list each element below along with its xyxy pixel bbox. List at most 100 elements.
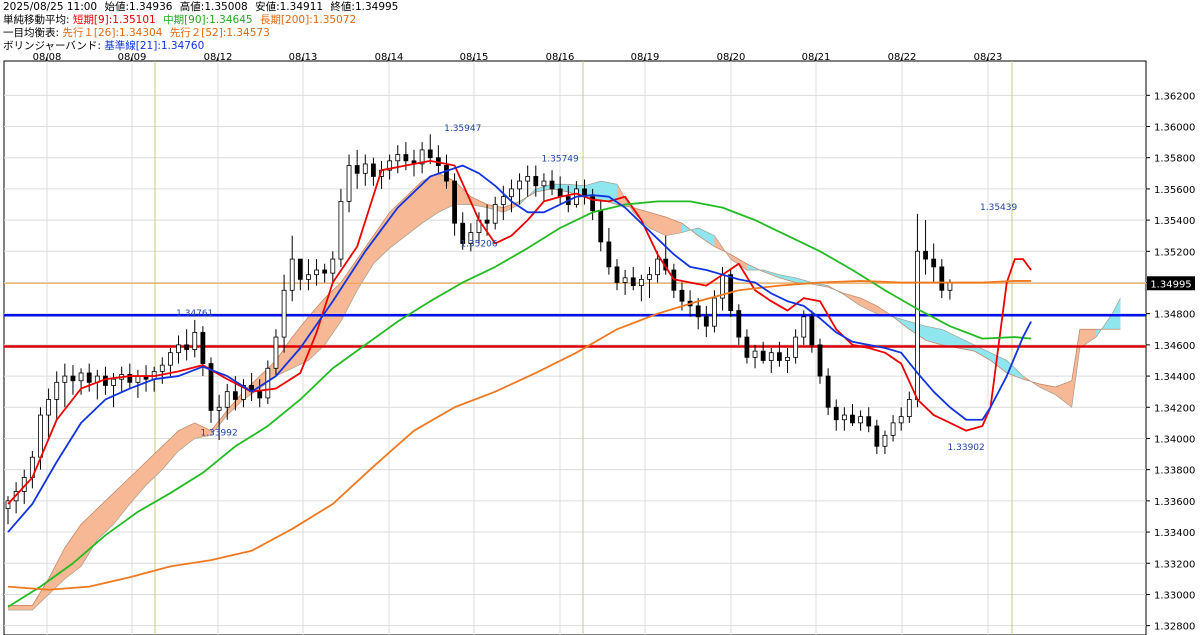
candle-body-up	[525, 176, 531, 182]
candle-body-down	[833, 406, 839, 421]
candle-body-up	[78, 372, 84, 382]
candlestick-chart: 1.35947 1.35749 1.35206 1.34761 1.33992 1.354…	[3, 52, 1195, 635]
y-tick-label: 1.34000	[1154, 434, 1195, 445]
candle-body-up	[216, 406, 222, 411]
candle-body-up	[159, 364, 165, 372]
candle-body-up	[338, 200, 344, 260]
ichimoku-line: 一目均衡表: 先行１[26]:1.34304 先行２[52]:1.34573	[3, 27, 274, 40]
candle-body-down	[866, 416, 872, 427]
candle-body-down	[606, 241, 612, 268]
candle-body-down	[736, 310, 742, 338]
candle-body-up	[273, 336, 279, 369]
candle-body-up	[224, 391, 230, 408]
sma-mid-value: 中期[90]:1.34645	[163, 14, 253, 26]
candle-body-down	[484, 219, 490, 224]
candle-body-up	[947, 282, 953, 291]
y-tick-label: 1.35400	[1154, 216, 1195, 227]
x-tick-label: 08/09	[118, 52, 147, 63]
candle-body-down	[850, 414, 855, 424]
x-tick-label: 08/08	[33, 52, 62, 63]
candle-body-down	[614, 266, 620, 283]
candle-body-up	[647, 274, 652, 280]
senkou2-value: 先行２[52]:1.34573	[169, 27, 270, 39]
header-info: 2025/08/25 11:00 始値:1.34936 高値:1.35008 安…	[0, 0, 1200, 52]
candle-body-down	[232, 391, 238, 400]
y-tick-label: 1.33400	[1154, 528, 1195, 539]
candle-body-down	[931, 258, 937, 268]
y-tick-label: 1.34800	[1154, 310, 1195, 321]
y-tick-label: 1.34600	[1154, 341, 1195, 352]
candle-body-up	[192, 332, 198, 350]
candle-body-up	[906, 399, 912, 418]
ohlc-line: 2025/08/25 11:00 始値:1.34936 高値:1.35008 安…	[3, 1, 402, 14]
y-tick-label: 1.35600	[1154, 185, 1195, 196]
candle-body-up	[492, 204, 498, 224]
candle-body-up	[801, 316, 807, 338]
candle-body-down	[760, 350, 766, 361]
candle-body-down	[679, 289, 685, 302]
candle-body-down	[103, 375, 108, 386]
price-annotation: 1.33992	[201, 429, 238, 439]
x-tick-label: 08/21	[802, 52, 831, 63]
x-tick-label: 08/20	[717, 52, 746, 63]
open-value: 始値:1.34936	[104, 1, 173, 13]
candle-body-up	[915, 250, 920, 400]
price-annotation: 1.35749	[542, 155, 579, 165]
candle-body-up	[289, 258, 295, 291]
candle-body-up	[167, 352, 173, 366]
candle-body-up	[841, 414, 847, 421]
high-value: 高値:1.35008	[179, 1, 248, 13]
candle-body-up	[306, 274, 311, 280]
x-tick-label: 08/15	[460, 52, 489, 63]
x-tick-label: 08/23	[974, 52, 1003, 63]
candle-body-up	[785, 356, 790, 361]
ichimoku-label: 一目均衡表:	[3, 27, 60, 39]
candle-body-up	[752, 350, 758, 358]
candle-body-down	[427, 149, 433, 159]
y-tick-label: 1.32800	[1154, 622, 1195, 633]
candle-body-up	[176, 344, 181, 354]
candle-body-down	[184, 344, 190, 350]
chart-window: 2025/08/25 11:00 始値:1.34936 高値:1.35008 安…	[0, 0, 1200, 635]
candle-body-up	[500, 196, 506, 205]
candle-body-down	[297, 258, 303, 280]
y-tick-label: 1.34200	[1154, 403, 1195, 414]
x-tick-label: 08/19	[631, 52, 660, 63]
x-tick-label: 08/14	[375, 52, 404, 63]
candle-body-up	[330, 258, 336, 274]
candle-body-up	[62, 375, 68, 383]
candle-body-up	[362, 163, 368, 174]
price-tag-label: 1.34995	[1150, 279, 1191, 290]
candle-body-up	[622, 277, 628, 283]
sma-label: 単純移動平均:	[3, 14, 70, 26]
candle-body-down	[403, 154, 409, 162]
close-value: 終値:1.34995	[330, 1, 399, 13]
candle-body-up	[509, 188, 514, 198]
x-tick-label: 08/12	[204, 52, 233, 63]
candle-body-down	[354, 165, 360, 174]
price-annotation: 1.35947	[444, 124, 481, 134]
candle-body-up	[54, 381, 60, 400]
candle-body-down	[322, 269, 328, 274]
candle-body-down	[444, 165, 449, 182]
y-tick-label: 1.35800	[1154, 154, 1195, 165]
sma-long-value: 長期[200]:1.35072	[259, 14, 357, 26]
candle-body-up	[395, 154, 401, 162]
x-tick-label: 08/22	[888, 52, 917, 63]
candle-body-down	[777, 352, 782, 361]
candle-body-up	[281, 289, 287, 338]
datetime: 2025/08/25 11:00	[3, 1, 98, 13]
price-annotation: 1.35439	[980, 203, 1017, 213]
candle-body-down	[549, 180, 555, 190]
candle-body-down	[695, 305, 701, 318]
x-tick-label: 08/16	[546, 52, 575, 63]
candle-body-down	[825, 375, 831, 408]
candle-body-down	[630, 277, 636, 287]
y-tick-label: 1.33800	[1154, 466, 1195, 477]
bollinger-base-value: 基準線[21]:1.34760	[104, 40, 205, 52]
candle-body-down	[817, 344, 823, 377]
current-price-tag: 1.34995	[1147, 276, 1195, 291]
candle-body-up	[712, 297, 717, 327]
price-annotation: 1.34761	[176, 309, 213, 319]
x-tick-label: 08/13	[289, 52, 318, 63]
